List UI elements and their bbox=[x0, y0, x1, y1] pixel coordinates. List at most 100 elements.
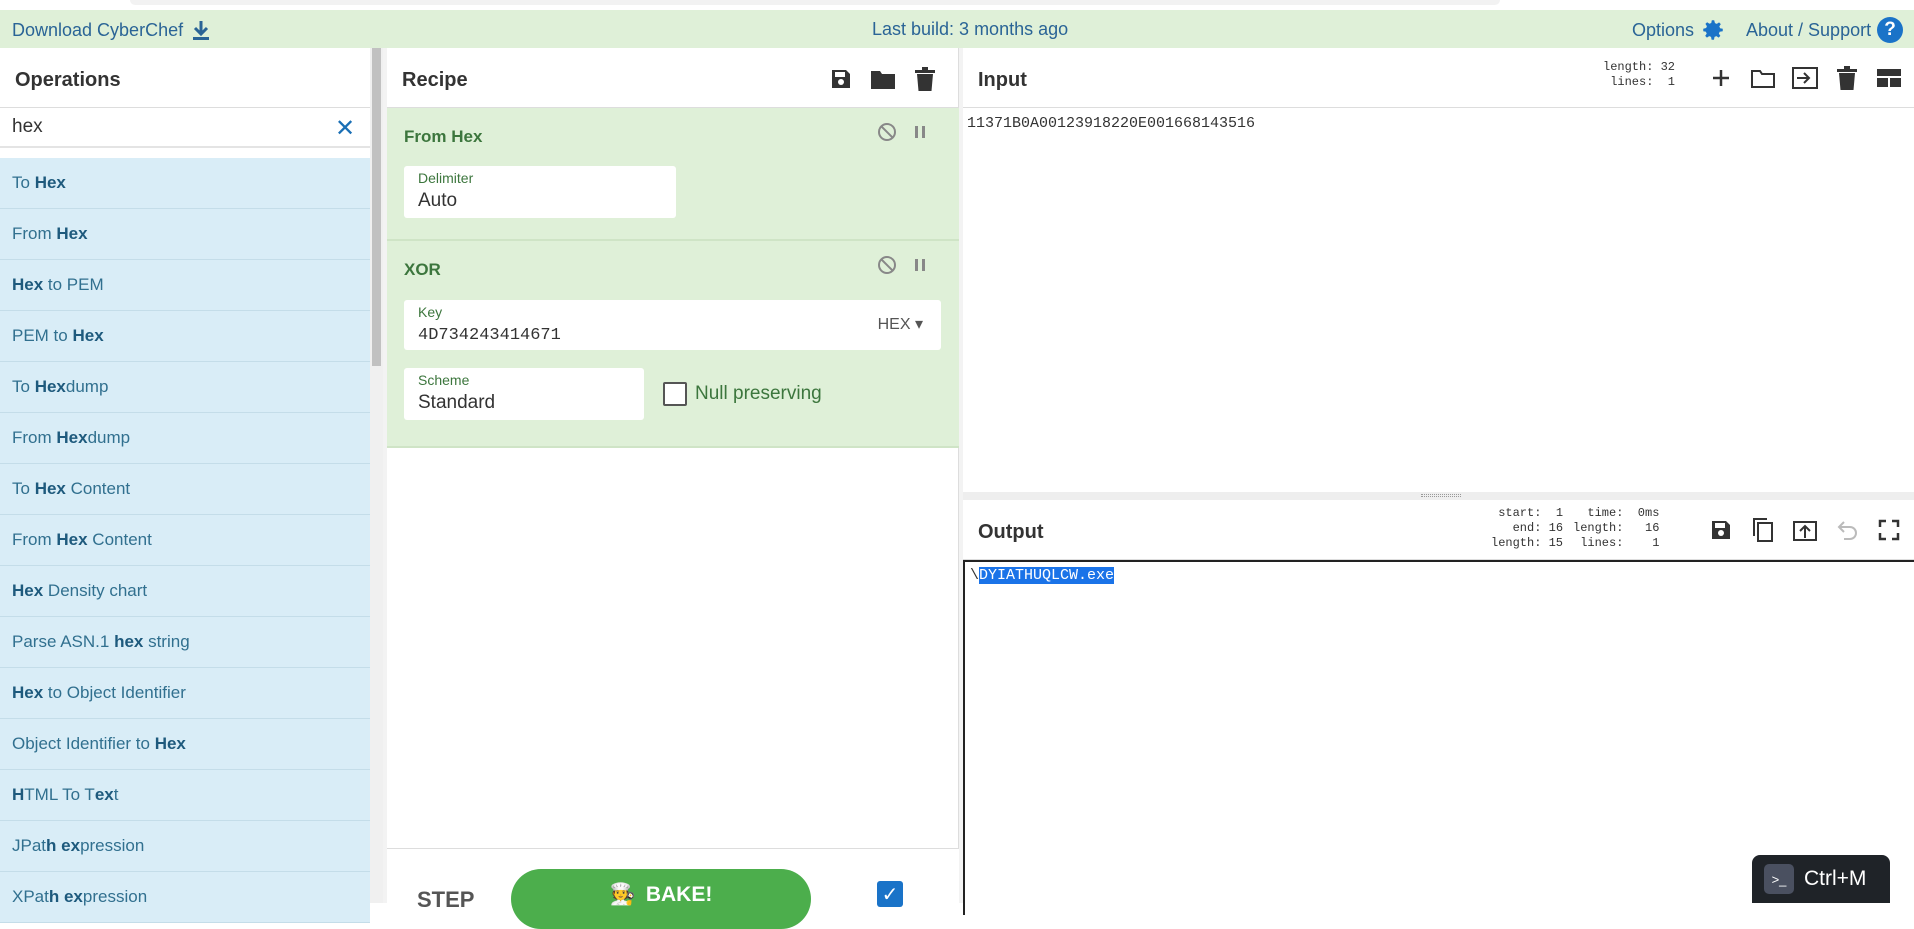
options-button[interactable]: Options bbox=[1632, 17, 1726, 43]
add-tab-icon[interactable] bbox=[1707, 64, 1735, 92]
chef-icon: 🧑‍🍳 bbox=[609, 883, 636, 906]
key-label: Key bbox=[418, 304, 443, 320]
operation-item[interactable]: To Hex Content bbox=[0, 464, 370, 515]
operation-item-text: t bbox=[113, 785, 119, 804]
operation-item-text: Hex bbox=[34, 173, 66, 192]
output-panel: Output start: 1 end: 16 length: 15 time:… bbox=[963, 500, 1914, 915]
scheme-field[interactable]: Scheme Standard bbox=[404, 368, 644, 420]
operation-item[interactable]: Object Identifier to Hex bbox=[0, 719, 370, 770]
operation-item-text: dump bbox=[65, 377, 109, 396]
output-title: Output bbox=[978, 521, 1044, 543]
operation-item[interactable]: Hex to PEM bbox=[0, 260, 370, 311]
maximize-icon[interactable] bbox=[1875, 516, 1903, 544]
operation-item-text: hex bbox=[114, 632, 144, 651]
operation-item-text: Hex bbox=[154, 734, 186, 753]
delimiter-field[interactable]: Delimiter Auto bbox=[404, 166, 676, 218]
recipe-op-xor[interactable]: XOR Key 4D734243414671 HEX ▾ Scheme Stan… bbox=[387, 241, 959, 448]
input-title: Input bbox=[978, 69, 1027, 91]
operation-item[interactable]: XPat h ex pression bbox=[0, 872, 370, 923]
download-label: Download CyberChef bbox=[12, 19, 184, 40]
operation-item-text: From bbox=[12, 530, 57, 549]
output-selected-text[interactable]: DYIATHUQLCW.exe bbox=[979, 567, 1115, 584]
save-output-icon[interactable] bbox=[1707, 516, 1735, 544]
folder-icon[interactable] bbox=[869, 65, 897, 93]
options-label: Options bbox=[1632, 19, 1695, 40]
replace-input-icon[interactable] bbox=[1791, 516, 1819, 544]
operation-item-text: Density chart bbox=[43, 581, 148, 600]
operation-item[interactable]: From Hex dump bbox=[0, 413, 370, 464]
operation-item-text: pression bbox=[80, 836, 145, 855]
operation-item[interactable]: From Hex Content bbox=[0, 515, 370, 566]
operation-item-text: Content bbox=[65, 479, 131, 498]
copy-icon[interactable] bbox=[1749, 516, 1777, 544]
output-time-stats: time: 0ms length: 16 lines: 1 bbox=[1573, 506, 1660, 550]
recipe-panel: Recipe From Hex Delimiter Auto XOR Key 4… bbox=[387, 48, 959, 929]
bake-area: STEP 🧑‍🍳 BAKE! ✓ bbox=[387, 848, 959, 929]
null-preserving-checkbox[interactable]: Null preserving bbox=[663, 382, 822, 406]
operation-item-text: JPat bbox=[12, 836, 47, 855]
key-value: 4D734243414671 bbox=[418, 326, 561, 345]
null-preserving-label: Null preserving bbox=[695, 383, 822, 404]
operation-item-text: Hex bbox=[56, 224, 88, 243]
io-divider[interactable] bbox=[963, 492, 1914, 500]
clear-input-icon[interactable] bbox=[1833, 64, 1861, 92]
operation-item[interactable]: H TML To Tex t bbox=[0, 770, 370, 821]
step-button[interactable]: STEP bbox=[417, 887, 474, 913]
ctrl-m-badge[interactable]: >_ Ctrl+M bbox=[1752, 855, 1890, 903]
input-textarea[interactable]: 11371B0A00123918220E001668143516 bbox=[963, 108, 1914, 139]
operation-item[interactable]: To Hex dump bbox=[0, 362, 370, 413]
search-input[interactable] bbox=[0, 108, 370, 148]
op-name: From Hex bbox=[404, 127, 483, 146]
key-field[interactable]: Key 4D734243414671 HEX ▾ bbox=[404, 300, 941, 350]
caret-down-icon: ▾ bbox=[910, 316, 923, 333]
operation-item[interactable]: JPat h ex pression bbox=[0, 821, 370, 872]
operation-item-text: Hex bbox=[12, 581, 44, 600]
top-banner: Download CyberChef Last build: 3 months … bbox=[0, 10, 1914, 48]
operation-item-text: pression bbox=[82, 887, 148, 906]
operation-item-text: From bbox=[12, 224, 57, 243]
scheme-value: Standard bbox=[418, 392, 496, 413]
operation-item[interactable]: Hex Density chart bbox=[0, 566, 370, 617]
undo-icon[interactable] bbox=[1833, 516, 1861, 544]
operation-item-text: PEM to bbox=[12, 326, 73, 345]
recipe-op-from-hex[interactable]: From Hex Delimiter Auto bbox=[387, 108, 959, 241]
about-support-button[interactable]: About / Support ? bbox=[1746, 17, 1904, 43]
op-name: XOR bbox=[404, 260, 441, 279]
operation-item-text: to Object Identifier bbox=[43, 683, 186, 702]
breakpoint-icon[interactable] bbox=[913, 122, 927, 142]
clear-search-icon[interactable]: ✕ bbox=[335, 114, 355, 143]
operation-item[interactable]: From Hex bbox=[0, 209, 370, 260]
reset-layout-icon[interactable] bbox=[1875, 64, 1903, 92]
key-format-dropdown[interactable]: HEX ▾ bbox=[878, 314, 923, 334]
delimiter-label: Delimiter bbox=[418, 170, 474, 186]
operation-item[interactable]: Hex to Object Identifier bbox=[0, 668, 370, 719]
operation-item-text: string bbox=[143, 632, 190, 651]
recipe-title: Recipe bbox=[402, 69, 468, 91]
operation-item-text: Hex bbox=[34, 377, 66, 396]
trash-icon[interactable] bbox=[911, 65, 939, 93]
operation-item[interactable]: PEM to Hex bbox=[0, 311, 370, 362]
operations-list: To Hex From Hex Hex to PEM PEM to Hex To Hex… bbox=[0, 158, 370, 923]
operation-item-text: h ex bbox=[46, 836, 81, 855]
breakpoint-icon[interactable] bbox=[913, 255, 927, 275]
operation-item[interactable]: Parse ASN.1 hex string bbox=[0, 617, 370, 668]
operation-item-text: XPat bbox=[12, 887, 49, 906]
auto-bake-checkbox[interactable]: ✓ bbox=[877, 881, 903, 907]
gear-icon bbox=[1700, 17, 1726, 43]
bake-button[interactable]: 🧑‍🍳 BAKE! bbox=[511, 869, 811, 929]
disable-icon[interactable] bbox=[877, 255, 897, 275]
operation-item[interactable]: To Hex bbox=[0, 158, 370, 209]
operations-panel: Operations ✕ To HexFrom HexHex to PEMPEM… bbox=[0, 48, 370, 923]
scheme-label: Scheme bbox=[418, 372, 470, 388]
disable-icon[interactable] bbox=[877, 122, 897, 142]
open-folder-icon[interactable] bbox=[1749, 64, 1777, 92]
operation-item-text: TML To T bbox=[24, 785, 95, 804]
key-format-label: HEX bbox=[877, 316, 911, 333]
operations-scrollbar[interactable] bbox=[370, 48, 383, 903]
operation-item-text: Content bbox=[87, 530, 152, 549]
download-link[interactable]: Download CyberChef bbox=[12, 19, 211, 41]
operation-item-text: Hex bbox=[56, 530, 88, 549]
checkbox-box[interactable] bbox=[663, 382, 687, 406]
open-file-icon[interactable] bbox=[1791, 64, 1819, 92]
save-recipe-icon[interactable] bbox=[827, 65, 855, 93]
